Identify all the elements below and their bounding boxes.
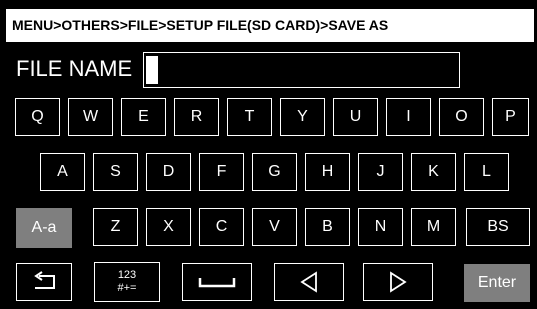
key-n[interactable]: N bbox=[358, 208, 403, 246]
return-arrow-icon bbox=[30, 271, 58, 293]
key-h[interactable]: H bbox=[305, 153, 350, 191]
text-cursor bbox=[146, 56, 158, 84]
key-k[interactable]: K bbox=[411, 153, 456, 191]
key-e[interactable]: E bbox=[121, 98, 166, 136]
triangle-right-icon bbox=[388, 271, 408, 293]
key-w[interactable]: W bbox=[68, 98, 113, 136]
back-key[interactable] bbox=[16, 263, 72, 301]
cursor-right-key[interactable] bbox=[363, 263, 433, 301]
breadcrumb-bar: MENU>OTHERS>FILE>SETUP FILE(SD CARD)>SAV… bbox=[6, 9, 534, 42]
triangle-left-icon bbox=[299, 271, 319, 293]
key-g[interactable]: G bbox=[252, 153, 297, 191]
backspace-key[interactable]: BS bbox=[466, 208, 530, 246]
enter-key[interactable]: Enter bbox=[464, 264, 530, 302]
breadcrumb: MENU>OTHERS>FILE>SETUP FILE(SD CARD)>SAV… bbox=[12, 17, 389, 33]
key-b[interactable]: B bbox=[305, 208, 350, 246]
space-bar-icon bbox=[197, 274, 237, 290]
key-i[interactable]: I bbox=[386, 98, 431, 136]
key-p[interactable]: P bbox=[492, 98, 529, 136]
symbols-key[interactable]: 123 #+= bbox=[94, 262, 160, 302]
file-name-label: FILE NAME bbox=[16, 56, 133, 81]
key-v[interactable]: V bbox=[252, 208, 297, 246]
key-o[interactable]: O bbox=[439, 98, 484, 136]
screen: MENU>OTHERS>FILE>SETUP FILE(SD CARD)>SAV… bbox=[0, 0, 537, 309]
key-c[interactable]: C bbox=[199, 208, 244, 246]
key-m[interactable]: M bbox=[411, 208, 456, 246]
key-j[interactable]: J bbox=[358, 153, 403, 191]
key-u[interactable]: U bbox=[333, 98, 378, 136]
key-l[interactable]: L bbox=[464, 153, 509, 191]
key-x[interactable]: X bbox=[146, 208, 191, 246]
key-f[interactable]: F bbox=[199, 153, 244, 191]
key-d[interactable]: D bbox=[146, 153, 191, 191]
cursor-left-key[interactable] bbox=[274, 263, 344, 301]
file-name-field[interactable] bbox=[143, 52, 460, 88]
key-s[interactable]: S bbox=[93, 153, 138, 191]
space-key[interactable] bbox=[182, 263, 252, 301]
key-a[interactable]: A bbox=[40, 153, 85, 191]
symbols-key-line1: 123 bbox=[117, 269, 137, 281]
key-q[interactable]: Q bbox=[15, 98, 60, 136]
key-y[interactable]: Y bbox=[280, 98, 325, 136]
case-toggle-key[interactable]: A-a bbox=[16, 208, 72, 248]
key-r[interactable]: R bbox=[174, 98, 219, 136]
symbols-key-line2: #+= bbox=[117, 282, 137, 294]
key-t[interactable]: T bbox=[227, 98, 272, 136]
key-z[interactable]: Z bbox=[93, 208, 138, 246]
